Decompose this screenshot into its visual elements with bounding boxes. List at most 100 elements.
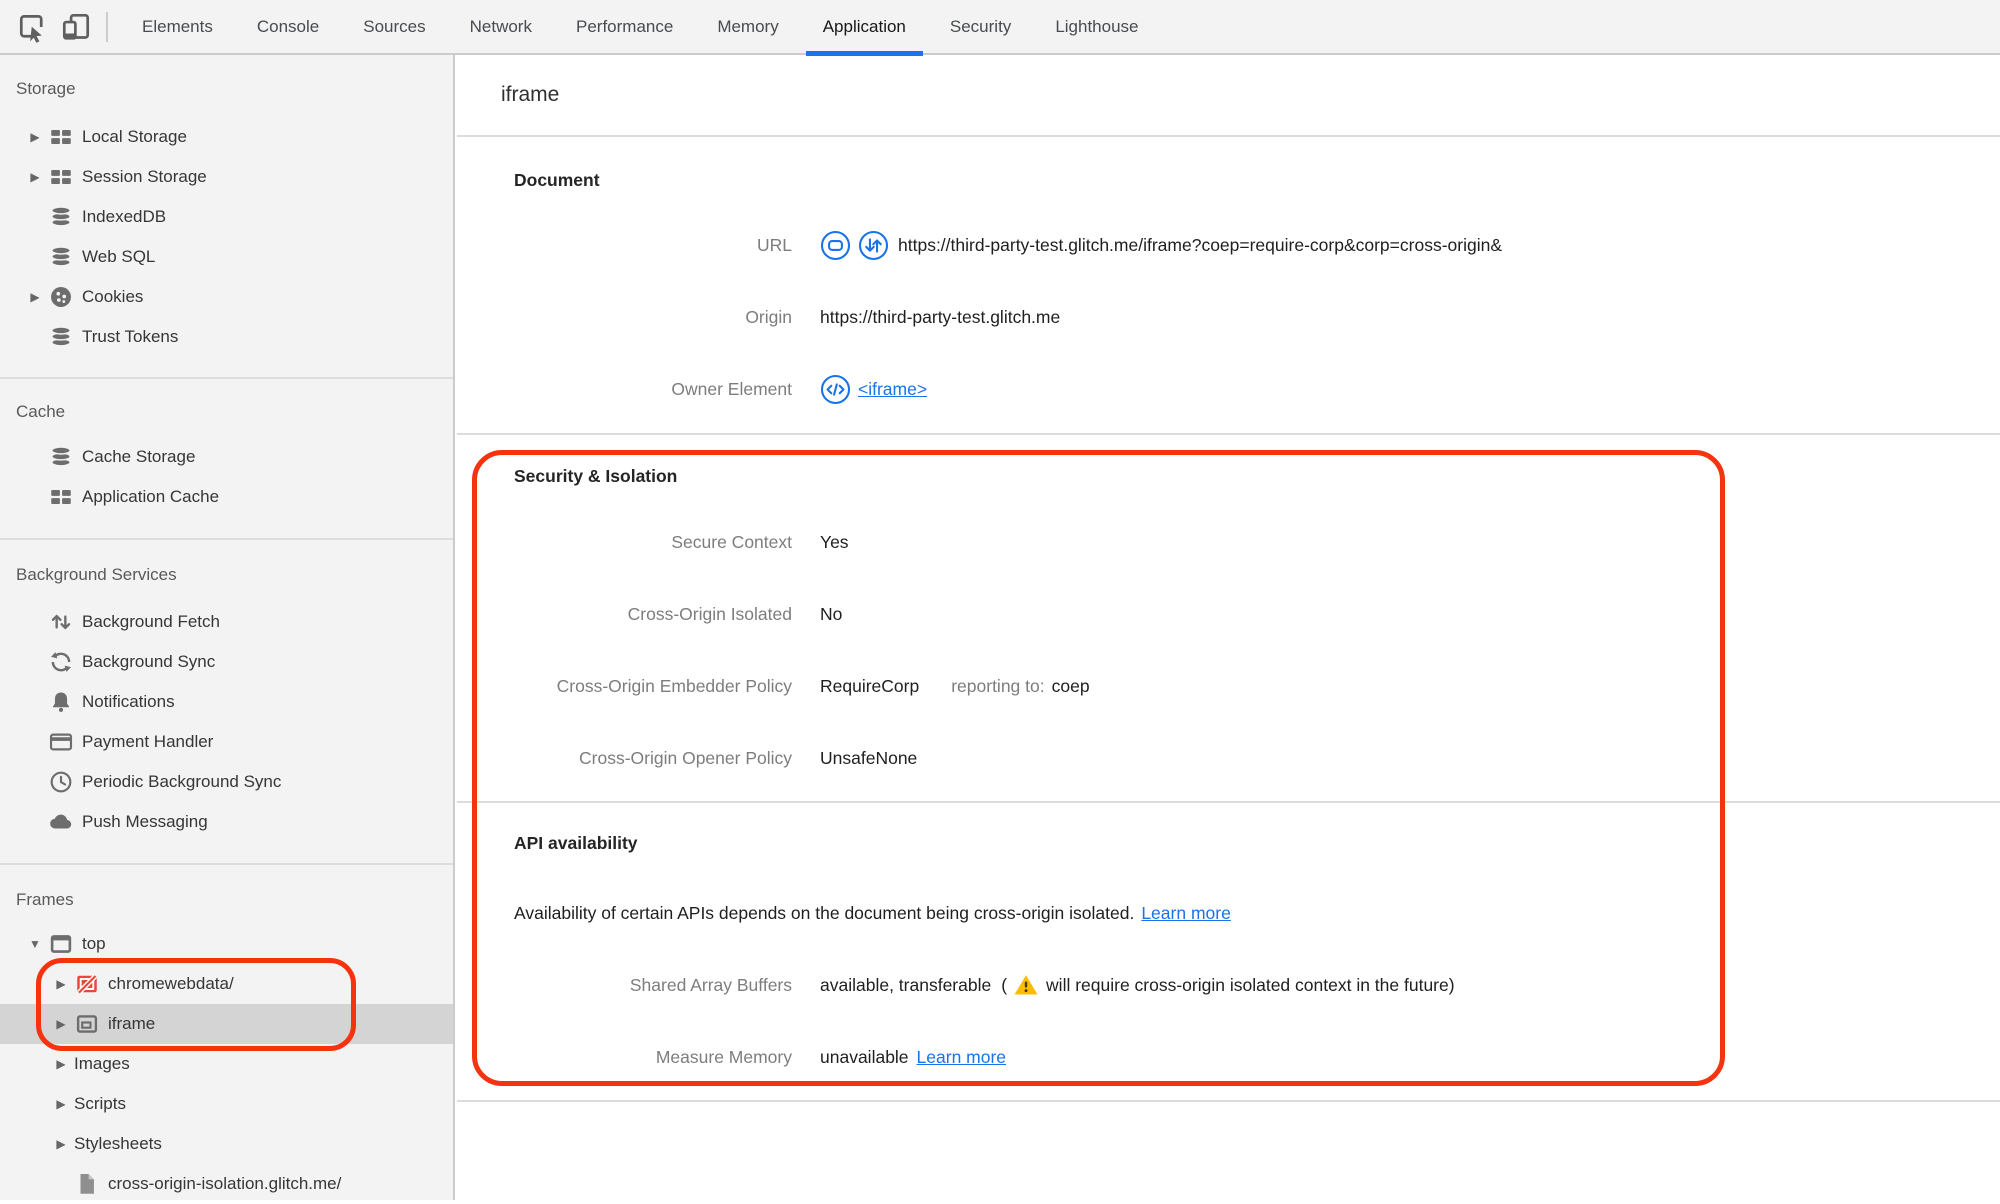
- frame-tree-label: Scripts: [74, 1094, 126, 1113]
- device-toolbar-button[interactable]: [54, 0, 98, 54]
- frame-tree-item-stylesheets[interactable]: ▶ Stylesheets: [0, 1124, 453, 1164]
- sidebar-item-cache-storage[interactable]: Cache Storage: [0, 437, 453, 477]
- coep-label: Cross-Origin Embedder Policy: [556, 675, 792, 696]
- sidebar-item-label: Cache Storage: [82, 447, 196, 466]
- frame-tree-item-images[interactable]: ▶ Images: [0, 1044, 453, 1084]
- toolbar-separator: [106, 11, 108, 42]
- url-value: https://third-party-test.glitch.me/ifram…: [898, 234, 1502, 255]
- tab-application[interactable]: Application: [801, 0, 928, 56]
- api-availability-description: Availability of certain APIs depends on …: [457, 877, 2000, 949]
- frame-tree-item-cross-origin-isolation[interactable]: cross-origin-isolation.glitch.me/: [0, 1164, 453, 1204]
- frame-tree-item-scripts[interactable]: ▶ Scripts: [0, 1084, 453, 1124]
- sync-arrows-icon: [48, 649, 74, 675]
- chevron-right-icon[interactable]: ▶: [48, 977, 74, 991]
- section-cache: Cache Cache Storage Application Cache: [0, 379, 453, 540]
- sidebar-item-label: Background Fetch: [82, 612, 220, 631]
- sidebar-item-payment-handler[interactable]: Payment Handler: [0, 722, 453, 762]
- row-secure-context: Secure Context Yes: [457, 506, 2000, 578]
- row-url: URL https://third-party-test.glitch.me/i…: [457, 209, 2000, 281]
- sidebar-item-cookies[interactable]: ▶ Cookies: [0, 277, 453, 317]
- chevron-right-icon[interactable]: ▶: [48, 1057, 74, 1071]
- frame-tree-label: top: [82, 934, 106, 953]
- devtools-tabbar: Elements Console Sources Network Perform…: [0, 0, 2000, 56]
- page-icon: [74, 1171, 100, 1197]
- owner-element-label: Owner Element: [671, 378, 792, 399]
- row-shared-array-buffers: Shared Array Buffers available, transfer…: [457, 949, 2000, 1021]
- sidebar-item-indexeddb[interactable]: IndexedDB: [0, 197, 453, 237]
- tab-performance[interactable]: Performance: [554, 0, 695, 54]
- reveal-in-sources-icon[interactable]: [820, 230, 851, 261]
- iframe-icon: [74, 1011, 100, 1037]
- frames-section-title: Frames: [16, 890, 74, 909]
- sidebar-item-label: Periodic Background Sync: [82, 772, 282, 791]
- row-coop: Cross-Origin Opener Policy UnsafeNone: [457, 722, 2000, 794]
- device-toolbar-icon: [60, 11, 92, 43]
- sidebar-item-background-fetch[interactable]: Background Fetch: [0, 602, 453, 642]
- reveal-in-network-icon[interactable]: [858, 230, 889, 261]
- frame-details-panel: iframe Document URL https://third-party-…: [457, 55, 2000, 1200]
- cross-origin-isolated-label: Cross-Origin Isolated: [627, 603, 792, 624]
- frame-tree-item-top[interactable]: ▼ top: [0, 924, 453, 964]
- measure-memory-learn-more-link[interactable]: Learn more: [917, 1047, 1007, 1068]
- tab-network[interactable]: Network: [448, 0, 554, 54]
- chevron-down-icon[interactable]: ▼: [22, 937, 48, 951]
- coop-value: UnsafeNone: [820, 747, 918, 768]
- tab-sources[interactable]: Sources: [341, 0, 447, 54]
- database-icon: [48, 244, 74, 270]
- sidebar-item-web-sql[interactable]: Web SQL: [0, 237, 453, 277]
- sidebar-item-label: Local Storage: [82, 127, 187, 146]
- url-label: URL: [756, 234, 792, 255]
- tab-elements[interactable]: Elements: [120, 0, 235, 54]
- database-icon: [48, 444, 74, 470]
- origin-label: Origin: [745, 306, 792, 327]
- row-owner-element: Owner Element <iframe>: [457, 353, 2000, 425]
- up-down-arrows-icon: [48, 609, 74, 635]
- sidebar-item-application-cache[interactable]: Application Cache: [0, 477, 453, 517]
- frame-details-title: iframe: [457, 55, 2000, 137]
- row-origin: Origin https://third-party-test.glitch.m…: [457, 281, 2000, 353]
- sidebar-item-session-storage[interactable]: ▶ Session Storage: [0, 157, 453, 197]
- sidebar-item-background-sync[interactable]: Background Sync: [0, 642, 453, 682]
- tab-memory[interactable]: Memory: [695, 0, 800, 54]
- secure-context-value: Yes: [820, 531, 849, 552]
- api-learn-more-link[interactable]: Learn more: [1141, 903, 1231, 924]
- bell-icon: [48, 689, 74, 715]
- chevron-right-icon[interactable]: ▶: [48, 1017, 74, 1031]
- frame-tree-label: Images: [74, 1054, 130, 1073]
- sidebar-item-label: Web SQL: [82, 247, 156, 266]
- paren-close: ): [1448, 974, 1455, 995]
- owner-element-link[interactable]: <iframe>: [858, 379, 927, 400]
- sidebar-item-trust-tokens[interactable]: Trust Tokens: [0, 317, 453, 357]
- chevron-right-icon[interactable]: ▶: [48, 1137, 74, 1151]
- sidebar-item-label: Application Cache: [82, 487, 220, 506]
- sidebar-item-periodic-background-sync[interactable]: Periodic Background Sync: [0, 762, 453, 802]
- secure-context-label: Secure Context: [671, 531, 792, 552]
- chevron-right-icon[interactable]: ▶: [22, 130, 48, 144]
- row-coep: Cross-Origin Embedder Policy RequireCorp…: [457, 650, 2000, 722]
- sidebar-item-label: Cookies: [82, 287, 144, 306]
- cross-origin-isolated-value: No: [820, 603, 843, 624]
- frame-tree-item-iframe[interactable]: ▶ iframe: [0, 1004, 453, 1044]
- sidebar-item-push-messaging[interactable]: Push Messaging: [0, 802, 453, 842]
- tab-security[interactable]: Security: [928, 0, 1033, 54]
- cache-section-title: Cache: [16, 402, 66, 421]
- sidebar-item-label: Push Messaging: [82, 812, 208, 831]
- tab-console[interactable]: Console: [235, 0, 341, 54]
- tab-lighthouse[interactable]: Lighthouse: [1033, 0, 1160, 54]
- sidebar-item-local-storage[interactable]: ▶ Local Storage: [0, 117, 453, 157]
- storage-section-title: Storage: [16, 79, 76, 98]
- chevron-right-icon[interactable]: ▶: [22, 290, 48, 304]
- section-divider: [457, 1100, 2000, 1102]
- chevron-right-icon[interactable]: ▶: [48, 1097, 74, 1111]
- frame-error-icon: [74, 971, 100, 997]
- warning-triangle-icon: [1013, 972, 1039, 998]
- inspect-element-button[interactable]: [10, 0, 54, 54]
- measure-memory-value: unavailable: [820, 1046, 909, 1067]
- section-background-services: Background Services Background Fetch Bac…: [0, 540, 453, 865]
- chevron-right-icon[interactable]: ▶: [22, 170, 48, 184]
- application-sidebar: Storage ▶ Local Storage ▶ Session Storag…: [0, 55, 455, 1200]
- sidebar-item-notifications[interactable]: Notifications: [0, 682, 453, 722]
- sidebar-item-label: Background Sync: [82, 652, 216, 671]
- code-brackets-icon[interactable]: [820, 374, 851, 405]
- frame-tree-item-chromewebdata[interactable]: ▶ chromewebdata/: [0, 964, 453, 1004]
